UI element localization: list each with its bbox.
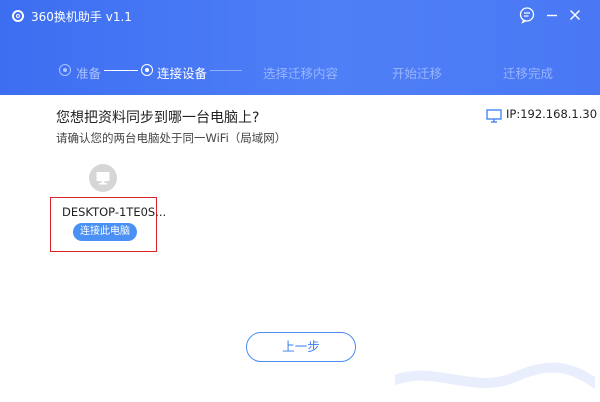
watermark-decoration [395,362,595,388]
close-icon[interactable] [566,6,584,24]
title-bar: 360换机助手 v1.1 [0,0,600,30]
monitor-icon [89,164,117,192]
step-label-connect: 连接设备 [157,66,208,81]
step-indicator-prepare [59,64,71,76]
minimize-icon[interactable] [543,6,561,24]
app-title: 360换机助手 v1.1 [31,10,132,24]
progress-stepper: 准备 连接设备 选择迁移内容 开始迁移 迁移完成 [0,58,600,82]
ip-monitor-icon [486,108,502,124]
step-label-prepare: 准备 [76,66,102,81]
step-indicator-connect [141,64,153,76]
step-label-select-content: 选择迁移内容 [263,66,339,81]
app-window: 360换机助手 v1.1 准备 连接设备 选择迁移内容 开始迁移 迁移完成 您想… [0,0,600,402]
header: 360换机助手 v1.1 准备 连接设备 选择迁移内容 开始迁移 迁移完成 [0,0,600,95]
step-label-complete: 迁移完成 [503,66,554,81]
feedback-icon[interactable] [518,6,536,24]
device-name: DESKTOP-1TE0S... [62,205,167,219]
ip-address: IP:192.168.1.30 [506,107,598,121]
step-label-start-migration: 开始迁移 [392,66,443,81]
step-connector [104,70,138,71]
page-hint: 请确认您的两台电脑处于同一WiFi（局域网） [56,131,287,145]
page-title: 您想把资料同步到哪一台电脑上? [56,110,260,126]
connect-device-button[interactable]: 连接此电脑 [73,223,137,241]
step-connector [210,70,242,71]
previous-step-button[interactable]: 上一步 [246,332,356,362]
app-logo-icon [12,10,24,22]
